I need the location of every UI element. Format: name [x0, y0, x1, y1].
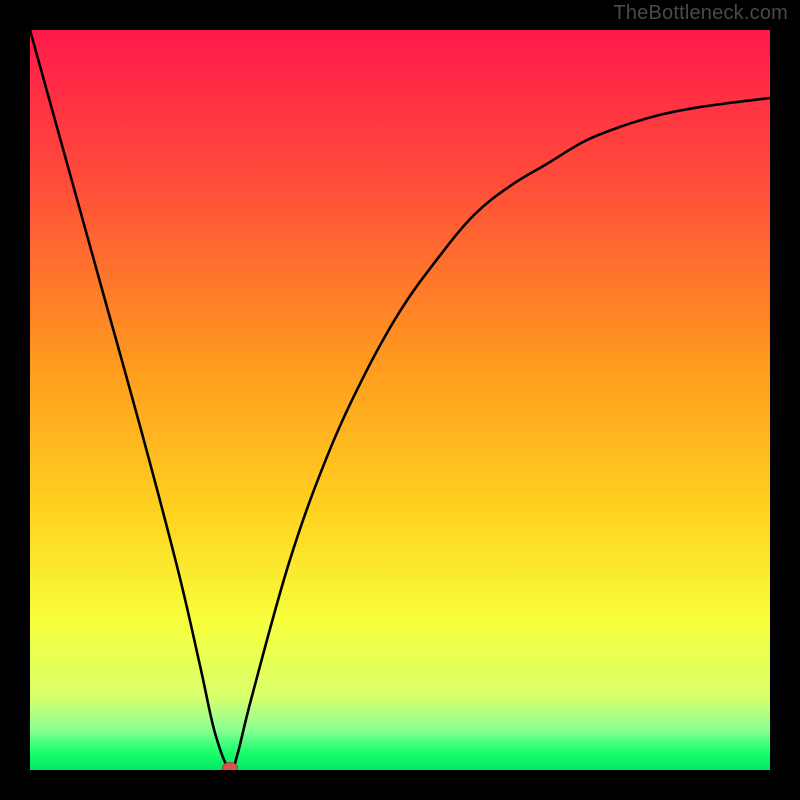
plot-area: [30, 30, 770, 770]
chart-canvas: [30, 30, 770, 770]
heat-background: [30, 30, 770, 770]
watermark-label: TheBottleneck.com: [613, 2, 788, 25]
chart-frame: TheBottleneck.com: [0, 0, 800, 800]
optimal-point-marker: [222, 762, 238, 770]
